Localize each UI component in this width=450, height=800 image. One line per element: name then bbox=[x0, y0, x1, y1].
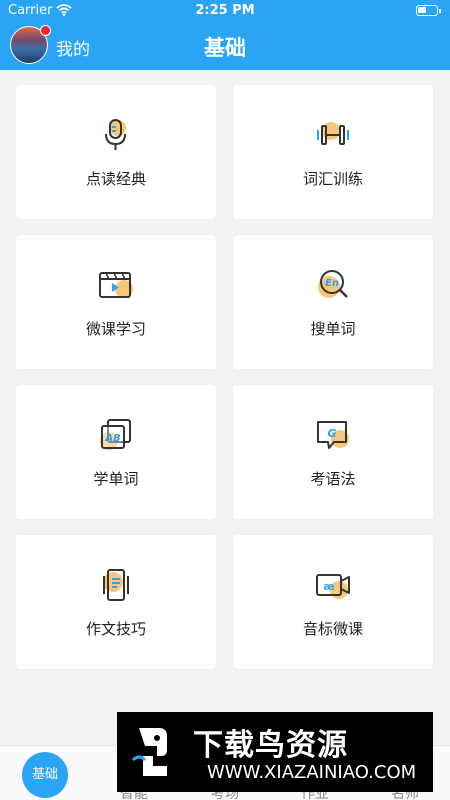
watermark-url: WWW.XIAZAINIAO.COM bbox=[207, 762, 417, 783]
svg-text:En: En bbox=[325, 278, 339, 289]
search-word-icon: En bbox=[318, 270, 348, 298]
writing-phone-icon bbox=[103, 569, 129, 601]
dumbbell-icon bbox=[317, 122, 349, 145]
card-label: 搜单词 bbox=[310, 320, 356, 338]
svg-text:æ: æ bbox=[323, 580, 335, 593]
watermark-banner: 下载鸟资源 WWW.XIAZAINIAO.COM bbox=[117, 712, 433, 792]
page-title: 基础 bbox=[204, 36, 246, 60]
status-bar: Carrier 2:25 PM bbox=[0, 0, 450, 22]
card-label: 词汇训练 bbox=[302, 170, 363, 188]
tab-basic[interactable]: 基础 bbox=[22, 752, 68, 798]
grammar-bubble-icon: G bbox=[317, 421, 349, 449]
card-point-read[interactable]: 点读经典 bbox=[16, 85, 216, 219]
phonetic-camera-icon: æ bbox=[316, 574, 350, 599]
card-micro-lesson[interactable]: 微课学习 bbox=[16, 235, 216, 369]
card-label: 音标微课 bbox=[302, 620, 363, 638]
battery-icon bbox=[416, 5, 441, 16]
card-label: 微课学习 bbox=[85, 320, 146, 338]
card-phonetic-lesson[interactable]: æ 音标微课 bbox=[233, 535, 433, 669]
microphone-icon bbox=[105, 119, 126, 150]
word-cards-icon: AB bbox=[100, 419, 131, 450]
svg-text:G: G bbox=[327, 427, 336, 440]
svg-text:AB: AB bbox=[104, 433, 120, 444]
card-vocab-training[interactable]: 词汇训练 bbox=[233, 85, 433, 219]
card-grammar-test[interactable]: G 考语法 bbox=[233, 385, 433, 519]
status-time: 2:25 PM bbox=[195, 3, 255, 18]
video-icon bbox=[99, 272, 133, 298]
bird-logo-icon bbox=[131, 728, 167, 776]
card-writing-skills[interactable]: 作文技巧 bbox=[16, 535, 216, 669]
card-label: 作文技巧 bbox=[85, 620, 146, 638]
card-search-word[interactable]: En 搜单词 bbox=[233, 235, 433, 369]
card-label: 点读经典 bbox=[85, 170, 146, 188]
card-label: 学单词 bbox=[93, 470, 139, 488]
card-learn-word[interactable]: AB 学单词 bbox=[16, 385, 216, 519]
app-header: Carrier 2:25 PM 我的 基础 bbox=[0, 0, 450, 70]
card-label: 考语法 bbox=[310, 470, 356, 488]
watermark-title: 下载鸟资源 bbox=[193, 728, 348, 763]
